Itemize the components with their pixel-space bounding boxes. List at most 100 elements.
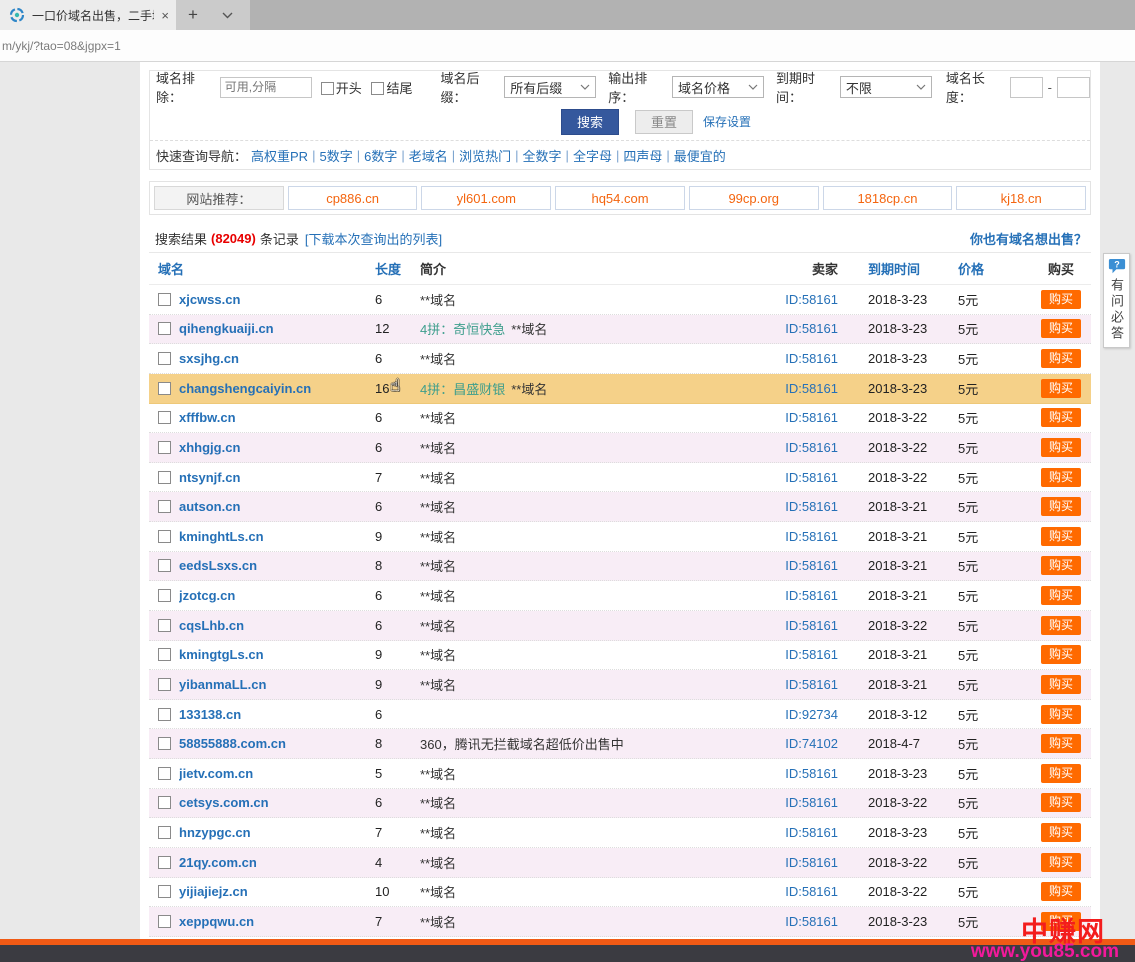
buy-button[interactable]: 购买: [1041, 645, 1081, 664]
ends-with-checkbox[interactable]: [371, 82, 384, 95]
domain-link[interactable]: kmingtgLs.cn: [179, 647, 375, 662]
buy-button[interactable]: 购买: [1041, 349, 1081, 368]
domain-link[interactable]: xeppqwu.cn: [179, 914, 375, 929]
seller-id-link[interactable]: ID:58161: [766, 914, 846, 929]
buy-button[interactable]: 购买: [1041, 556, 1081, 575]
tab-list-chevron-icon[interactable]: [210, 0, 244, 30]
domain-link[interactable]: jietv.com.cn: [179, 766, 375, 781]
quick-nav-link[interactable]: 5数字: [319, 146, 352, 165]
recommend-site-link[interactable]: 1818cp.cn: [823, 186, 953, 210]
header-domain[interactable]: 域名: [158, 259, 375, 278]
domain-link[interactable]: kminghtLs.cn: [179, 529, 375, 544]
seller-id-link[interactable]: ID:58161: [766, 499, 846, 514]
quick-nav-link[interactable]: 最便宜的: [674, 146, 726, 165]
quick-nav-link[interactable]: 浏览热门: [459, 146, 511, 165]
length-max-input[interactable]: [1057, 77, 1090, 98]
quick-nav-link[interactable]: 高权重PR: [251, 146, 308, 165]
row-checkbox[interactable]: [158, 856, 171, 869]
domain-link[interactable]: qihengkuaiji.cn: [179, 321, 375, 336]
seller-id-link[interactable]: ID:58161: [766, 855, 846, 870]
seller-id-link[interactable]: ID:58161: [766, 558, 846, 573]
buy-button[interactable]: 购买: [1041, 290, 1081, 309]
buy-button[interactable]: 购买: [1041, 616, 1081, 635]
domain-link[interactable]: xhhgjg.cn: [179, 440, 375, 455]
row-checkbox[interactable]: [158, 559, 171, 572]
domain-link[interactable]: yijiajiejz.cn: [179, 884, 375, 899]
quick-nav-link[interactable]: 四声母: [623, 146, 662, 165]
domain-link[interactable]: 58855888.com.cn: [179, 736, 375, 751]
expiry-select[interactable]: 不限: [840, 76, 932, 98]
row-checkbox[interactable]: [158, 826, 171, 839]
row-checkbox[interactable]: [158, 678, 171, 691]
seller-id-link[interactable]: ID:58161: [766, 766, 846, 781]
seller-id-link[interactable]: ID:58161: [766, 440, 846, 455]
buy-button[interactable]: 购买: [1041, 497, 1081, 516]
header-length[interactable]: 长度: [375, 259, 420, 278]
search-button[interactable]: 搜索: [561, 109, 619, 135]
buy-button[interactable]: 购买: [1041, 586, 1081, 605]
domain-link[interactable]: xfffbw.cn: [179, 410, 375, 425]
buy-button[interactable]: 购买: [1041, 734, 1081, 753]
buy-button[interactable]: 购买: [1041, 438, 1081, 457]
row-checkbox[interactable]: [158, 619, 171, 632]
recommend-site-link[interactable]: yl601.com: [421, 186, 551, 210]
buy-button[interactable]: 购买: [1041, 319, 1081, 338]
buy-button[interactable]: 购买: [1041, 527, 1081, 546]
seller-id-link[interactable]: ID:58161: [766, 470, 846, 485]
row-checkbox[interactable]: [158, 708, 171, 721]
buy-button[interactable]: 购买: [1041, 675, 1081, 694]
header-price[interactable]: 价格: [941, 259, 1031, 278]
row-checkbox[interactable]: [158, 500, 171, 513]
buy-button[interactable]: 购买: [1041, 823, 1081, 842]
buy-button[interactable]: 购买: [1041, 468, 1081, 487]
seller-id-link[interactable]: ID:58161: [766, 321, 846, 336]
buy-button[interactable]: 购买: [1041, 705, 1081, 724]
seller-id-link[interactable]: ID:58161: [766, 618, 846, 633]
seller-id-link[interactable]: ID:58161: [766, 647, 846, 662]
starts-with-checkbox[interactable]: [321, 82, 334, 95]
download-list-link[interactable]: [下载本次查询出的列表]: [305, 229, 442, 248]
quick-nav-link[interactable]: 全数字: [523, 146, 562, 165]
domain-link[interactable]: ntsynjf.cn: [179, 470, 375, 485]
seller-id-link[interactable]: ID:58161: [766, 381, 846, 396]
buy-button[interactable]: 购买: [1041, 408, 1081, 427]
address-bar[interactable]: m/ykj/?tao=08&jgpx=1: [0, 30, 1135, 62]
seller-id-link[interactable]: ID:58161: [766, 677, 846, 692]
row-checkbox[interactable]: [158, 885, 171, 898]
row-checkbox[interactable]: [158, 915, 171, 928]
row-checkbox[interactable]: [158, 293, 171, 306]
seller-id-link[interactable]: ID:92734: [766, 707, 846, 722]
row-checkbox[interactable]: [158, 441, 171, 454]
buy-button[interactable]: 购买: [1041, 793, 1081, 812]
recommend-site-link[interactable]: hq54.com: [555, 186, 685, 210]
seller-id-link[interactable]: ID:58161: [766, 795, 846, 810]
domain-link[interactable]: xjcwss.cn: [179, 292, 375, 307]
exclude-input[interactable]: [220, 77, 312, 98]
seller-id-link[interactable]: ID:74102: [766, 736, 846, 751]
seller-id-link[interactable]: ID:58161: [766, 588, 846, 603]
quick-nav-link[interactable]: 6数字: [364, 146, 397, 165]
row-checkbox[interactable]: [158, 767, 171, 780]
quick-nav-link[interactable]: 老域名: [409, 146, 448, 165]
recommend-site-link[interactable]: cp886.cn: [288, 186, 418, 210]
domain-link[interactable]: sxsjhg.cn: [179, 351, 375, 366]
row-checkbox[interactable]: [158, 411, 171, 424]
tab-close-icon[interactable]: ×: [161, 8, 169, 23]
row-checkbox[interactable]: [158, 471, 171, 484]
sort-select[interactable]: 域名价格: [672, 76, 764, 98]
recommend-site-link[interactable]: 99cp.org: [689, 186, 819, 210]
help-widget[interactable]: ? 有问必答: [1103, 253, 1130, 348]
domain-link[interactable]: jzotcg.cn: [179, 588, 375, 603]
row-checkbox[interactable]: [158, 322, 171, 335]
buy-button[interactable]: 购买: [1041, 853, 1081, 872]
seller-id-link[interactable]: ID:58161: [766, 529, 846, 544]
domain-link[interactable]: cqsLhb.cn: [179, 618, 375, 633]
length-min-input[interactable]: [1010, 77, 1043, 98]
seller-id-link[interactable]: ID:58161: [766, 884, 846, 899]
row-checkbox[interactable]: [158, 796, 171, 809]
row-checkbox[interactable]: [158, 737, 171, 750]
domain-link[interactable]: autson.cn: [179, 499, 375, 514]
save-settings-link[interactable]: 保存设置: [703, 113, 751, 130]
header-expiry[interactable]: 到期时间: [846, 259, 941, 278]
reset-button[interactable]: 重置: [635, 110, 693, 134]
